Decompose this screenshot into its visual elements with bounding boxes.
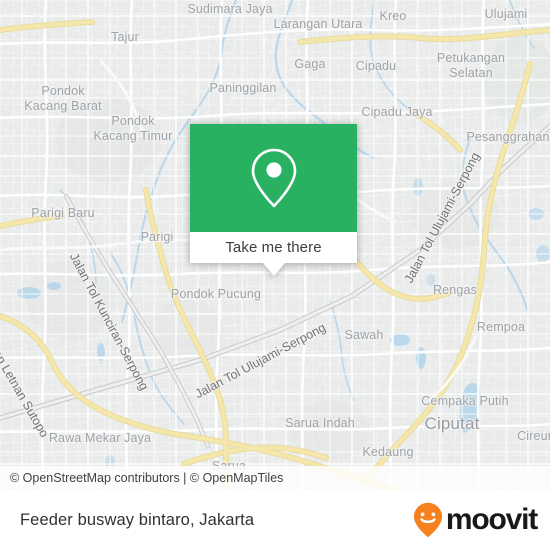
location-title: Feeder busway bintaro, Jakarta: [20, 510, 255, 529]
moovit-wordmark: moovit: [445, 503, 538, 536]
attribution-text[interactable]: © OpenStreetMap contributors | © OpenMap…: [10, 471, 283, 485]
popup-image-area: [190, 124, 357, 232]
map-canvas[interactable]: Sudimara Jaya Tajur Larangan Utara Kreo …: [0, 0, 550, 490]
moovit-brand[interactable]: moovit: [413, 502, 538, 538]
moovit-pin-smiley-icon: [413, 502, 442, 538]
map-pin-icon: [251, 148, 296, 208]
footer-bar: Feeder busway bintaro, Jakarta moovit: [0, 490, 550, 550]
moovit-map-screenshot: Sudimara Jaya Tajur Larangan Utara Kreo …: [0, 0, 550, 550]
take-me-there-label: Take me there: [225, 239, 322, 256]
location-popup-card[interactable]: Take me there: [190, 124, 357, 276]
popup-pointer: [262, 263, 285, 276]
map-attribution-bar: © OpenStreetMap contributors | © OpenMap…: [0, 466, 550, 490]
popup-action-area[interactable]: Take me there: [190, 232, 357, 276]
